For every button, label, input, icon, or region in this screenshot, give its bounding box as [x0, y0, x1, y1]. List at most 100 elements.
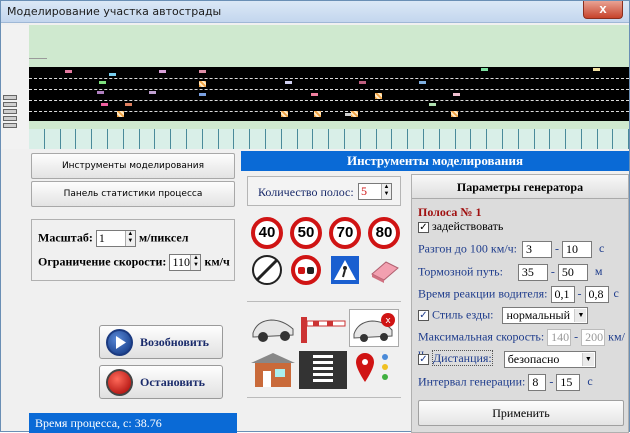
barrier-tool-icon[interactable] — [299, 311, 347, 345]
max-speed-from-field[interactable]: 140 — [547, 329, 572, 346]
brake-from-field[interactable]: 35 — [517, 264, 548, 281]
speed-limit-unit: км/ч — [204, 254, 230, 269]
style-dropdown[interactable]: нормальный ▼ — [502, 307, 589, 324]
road-simulation[interactable] — [29, 25, 629, 149]
reaction-unit: с — [613, 286, 619, 301]
interval-unit: с — [587, 374, 593, 389]
tools-separator — [247, 301, 401, 302]
construction-sign — [375, 93, 382, 99]
interval-to-field[interactable]: 15 — [556, 374, 581, 391]
accel-to-field[interactable]: 10 — [562, 241, 593, 258]
car — [429, 103, 436, 106]
car — [101, 103, 108, 106]
eraser-icon[interactable] — [368, 254, 402, 286]
lane-divider — [29, 89, 629, 90]
lanes-label: Количество полос: — [258, 185, 354, 199]
queued-car-icon — [3, 123, 17, 128]
speed-sign-70[interactable]: 70 — [329, 217, 361, 249]
distance-checkbox[interactable]: ✓ — [418, 354, 429, 365]
distance-label: Дистанция: — [432, 350, 493, 367]
construction-sign — [451, 111, 458, 117]
spinner-arrows-icon[interactable]: ▲ ▼ — [190, 255, 201, 270]
chevron-down-icon[interactable]: ▼ — [574, 309, 587, 322]
speed-limit-label: Ограничение скорости: — [38, 254, 167, 269]
construction-sign — [281, 111, 288, 117]
lane-count-box: Количество полос: 5 ▲ ▼ — [247, 176, 401, 206]
reaction-row: Время реакции водителя: 0,1 - 0,8 с — [418, 286, 619, 303]
distance-value: безопасно — [507, 352, 560, 366]
style-checkbox[interactable]: ✓ — [418, 310, 429, 321]
enable-checkbox[interactable]: ✓ — [418, 221, 429, 233]
end-restrictions-sign-icon[interactable] — [251, 254, 283, 286]
car — [453, 93, 460, 96]
brake-to-field[interactable]: 50 — [557, 264, 588, 281]
interval-from-field[interactable]: 8 — [528, 374, 547, 391]
speed-sign-40[interactable]: 40 — [251, 217, 283, 249]
car — [311, 93, 318, 96]
car — [593, 68, 600, 71]
car — [481, 68, 488, 71]
accel-from-field[interactable]: 3 — [522, 241, 553, 258]
chevron-down-icon[interactable]: ▼ — [581, 353, 594, 366]
speed-sign-80[interactable]: 80 — [368, 217, 400, 249]
reaction-label: Время реакции водителя: — [418, 286, 548, 301]
max-speed-to-field[interactable]: 200 — [581, 329, 606, 346]
scale-settings: Масштаб: 1 ▲ ▼ м/пиксел Ограничение скоро… — [31, 219, 235, 281]
range-dash: - — [549, 374, 554, 389]
enable-label: задействовать — [432, 219, 504, 233]
car — [285, 81, 292, 84]
scale-unit: м/пиксел — [138, 230, 189, 245]
close-button[interactable]: x — [583, 1, 623, 19]
reaction-from-field[interactable]: 0,1 — [550, 286, 575, 303]
tools-separator — [247, 397, 401, 398]
distance-dropdown[interactable]: безопасно ▼ — [503, 351, 596, 368]
construction-sign — [199, 81, 206, 87]
remove-car-tool-icon[interactable]: x — [349, 309, 399, 347]
pedestrian-crossing-sign-icon[interactable] — [329, 254, 361, 286]
gas-station-tool-icon[interactable] — [249, 351, 297, 389]
car — [109, 73, 116, 76]
stop-button[interactable]: Остановить — [99, 365, 223, 399]
queued-car-icon — [3, 109, 17, 114]
resume-button[interactable]: Возобновить — [99, 325, 223, 359]
crosswalk-tool-icon[interactable] — [299, 351, 347, 389]
spinner-arrows-icon[interactable]: ▲ ▼ — [381, 184, 391, 199]
lane-divider — [29, 100, 629, 101]
svg-text:x: x — [385, 316, 391, 326]
enable-row[interactable]: ✓ задействовать — [418, 219, 503, 234]
car — [419, 81, 426, 84]
no-overtaking-sign-icon[interactable] — [290, 254, 322, 286]
location-marker-tool-icon[interactable] — [351, 349, 399, 389]
car — [97, 91, 104, 94]
queued-car-icon — [3, 102, 17, 107]
spinner-arrows-icon[interactable]: ▲ ▼ — [124, 231, 135, 246]
range-dash: - — [555, 241, 560, 256]
apply-button[interactable]: Применить — [418, 400, 624, 426]
status-bar: Время процесса, с: 38.76 — [29, 413, 237, 433]
stop-label: Остановить — [140, 375, 205, 389]
range-dash: - — [574, 329, 579, 344]
queued-car-icon — [3, 116, 17, 121]
brake-unit: м — [594, 264, 603, 279]
style-label: Стиль езды: — [432, 307, 494, 322]
scale-spinner[interactable]: 1 ▲ ▼ — [95, 230, 136, 247]
accel-row: Разгон до 100 км/ч: 3 - 10 с — [418, 241, 604, 258]
car — [149, 91, 156, 94]
lane-title: Полоса № 1 — [418, 205, 482, 219]
lanes-spinner[interactable]: 5 ▲ ▼ — [358, 183, 392, 200]
title-bar[interactable]: Моделирование участка автострады x — [1, 1, 629, 23]
distance-row: ✓ Дистанция: безопасно ▼ — [418, 350, 596, 368]
reaction-to-field[interactable]: 0,8 — [584, 286, 609, 303]
construction-sign — [117, 111, 124, 117]
car-tool-icon[interactable] — [249, 311, 297, 345]
speed-limit-spinner[interactable]: 110 ▲ ▼ — [169, 254, 202, 271]
tools-button[interactable]: Инструменты моделирования — [31, 153, 235, 179]
stats-button[interactable]: Панель статистики процесса — [31, 181, 235, 207]
construction-sign — [314, 111, 321, 117]
speed-sign-50[interactable]: 50 — [290, 217, 322, 249]
play-icon — [106, 329, 133, 356]
car — [159, 70, 166, 73]
car — [99, 81, 106, 84]
scale-label: Масштаб: — [38, 230, 93, 245]
generator-title: Параметры генератора — [412, 175, 628, 199]
